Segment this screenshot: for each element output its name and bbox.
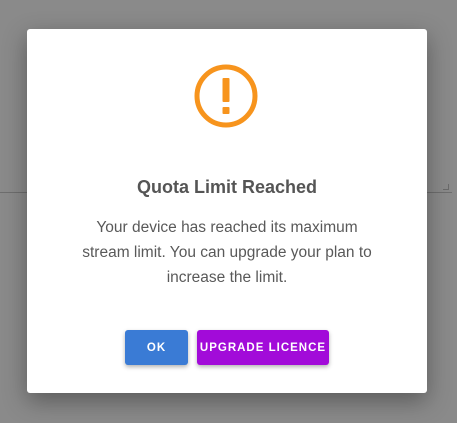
upgrade-licence-button[interactable]: UPGRADE LICENCE — [197, 330, 329, 365]
dialog-title: Quota Limit Reached — [136, 177, 318, 197]
dialog-message: Your device has reached its maximum stre… — [82, 219, 372, 286]
ok-button[interactable]: OK — [125, 330, 188, 365]
resize-handle-icon — [443, 184, 449, 190]
quota-limit-dialog: Quota Limit Reached Your device has reac… — [27, 29, 427, 393]
exclamation-circle-icon — [194, 64, 258, 128]
